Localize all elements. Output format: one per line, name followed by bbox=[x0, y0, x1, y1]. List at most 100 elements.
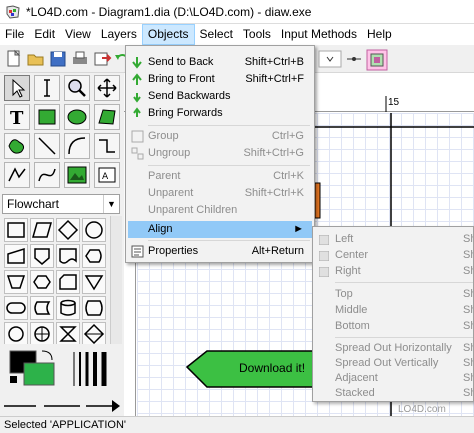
preparation-shape-icon[interactable] bbox=[30, 270, 54, 294]
background-color-swatch[interactable] bbox=[23, 362, 55, 386]
text-edit-tool-icon[interactable] bbox=[34, 75, 60, 101]
align-item-top[interactable]: Top Sh bbox=[315, 286, 473, 302]
image-tool-icon[interactable] bbox=[64, 162, 90, 188]
color-selector bbox=[0, 346, 122, 396]
submenu-separator bbox=[335, 282, 473, 283]
menu-file[interactable]: File bbox=[0, 24, 29, 45]
menu-tools[interactable]: Tools bbox=[238, 24, 276, 45]
menu-view[interactable]: View bbox=[60, 24, 96, 45]
line-width-icon[interactable] bbox=[73, 352, 107, 386]
stored-data-shape-icon[interactable] bbox=[30, 296, 54, 320]
dia-app-icon bbox=[6, 4, 20, 19]
tool-palette: T A bbox=[0, 73, 122, 190]
terminal-shape-icon[interactable] bbox=[4, 296, 28, 320]
menu-item-send-to-back[interactable]: Send to Back Shift+Ctrl+B bbox=[128, 54, 312, 71]
align-item-left[interactable]: Left Sh bbox=[315, 231, 473, 247]
menu-edit[interactable]: Edit bbox=[29, 24, 60, 45]
ellipse-tool-icon[interactable] bbox=[64, 104, 90, 130]
snap-to-grid-icon[interactable] bbox=[346, 49, 362, 69]
objects-menu: Send to Back Shift+Ctrl+B Bring to Front… bbox=[125, 45, 315, 263]
connector-shape-icon[interactable] bbox=[82, 218, 106, 242]
menu-item-align[interactable]: Align ► bbox=[128, 221, 312, 238]
watermark: LO4D.com bbox=[398, 404, 446, 415]
default-colors-icon bbox=[10, 376, 17, 383]
bezier-line-tool-icon[interactable] bbox=[34, 162, 60, 188]
open-file-icon[interactable] bbox=[26, 49, 46, 69]
menu-item-properties[interactable]: Properties Alt+Return bbox=[128, 243, 312, 260]
sort-shape-icon[interactable] bbox=[82, 322, 106, 344]
menu-item-ungroup[interactable]: Ungroup Shift+Ctrl+G bbox=[128, 145, 312, 162]
align-item-middle[interactable]: Middle Shi bbox=[315, 302, 473, 318]
align-item-stacked[interactable]: Stacked Sh bbox=[315, 385, 473, 401]
arc-tool-icon[interactable] bbox=[64, 133, 90, 159]
menu-item-send-backwards[interactable]: Send Backwards bbox=[128, 88, 312, 105]
direct-access-shape-icon[interactable] bbox=[82, 296, 106, 320]
collate-shape-icon[interactable] bbox=[56, 322, 80, 344]
zoom-tool-icon[interactable] bbox=[64, 75, 90, 101]
display-shape-icon[interactable] bbox=[82, 244, 106, 268]
menu-item-unparent[interactable]: Unparent Shift+Ctrl+K bbox=[128, 185, 312, 202]
polygon-tool-icon[interactable] bbox=[94, 104, 120, 130]
save-icon[interactable] bbox=[48, 49, 68, 69]
new-file-icon[interactable] bbox=[4, 49, 24, 69]
group-icon bbox=[131, 130, 144, 143]
polyline-tool-icon[interactable] bbox=[4, 162, 30, 188]
menu-item-group[interactable]: Group Ctrl+G bbox=[128, 128, 312, 145]
menu-item-unparent-children[interactable]: Unparent Children bbox=[128, 202, 312, 219]
bring-to-front-icon bbox=[131, 73, 144, 86]
align-item-center[interactable]: Center Sh bbox=[315, 247, 473, 263]
offpage-connector-shape-icon[interactable] bbox=[30, 244, 54, 268]
process-shape-icon[interactable] bbox=[4, 218, 28, 242]
menu-separator bbox=[148, 165, 310, 166]
sequential-data-shape-icon[interactable] bbox=[4, 322, 28, 344]
object-snapping-icon[interactable] bbox=[366, 49, 388, 71]
beziergon-tool-icon[interactable] bbox=[4, 133, 30, 159]
zoom-dropdown-icon[interactable] bbox=[318, 49, 342, 69]
magnetic-disk-shape-icon[interactable] bbox=[56, 296, 80, 320]
shape-palette-scrollbar[interactable] bbox=[110, 216, 122, 344]
align-item-spread-out-horizontally[interactable]: Spread Out Horizontally Sh bbox=[315, 340, 473, 356]
submenu-separator bbox=[335, 337, 473, 338]
line-style-selector bbox=[0, 396, 122, 416]
line-tool-icon[interactable] bbox=[34, 133, 60, 159]
sheet-selector-value: Flowchart bbox=[7, 197, 60, 211]
align-item-bottom[interactable]: Bottom Sh bbox=[315, 318, 473, 334]
svg-text:T: T bbox=[10, 108, 24, 129]
send-to-back-icon bbox=[131, 56, 144, 69]
window-title: *LO4D.com - Diagram1.dia (D:\LO4D.com) -… bbox=[26, 4, 312, 19]
manual-operation-shape-icon[interactable] bbox=[4, 270, 28, 294]
zigzag-line-tool-icon[interactable] bbox=[94, 133, 120, 159]
menu-item-bring-to-front[interactable]: Bring to Front Shift+Ctrl+F bbox=[128, 71, 312, 88]
merge-shape-icon[interactable] bbox=[82, 270, 106, 294]
menu-objects[interactable]: Objects bbox=[141, 24, 195, 45]
print-icon[interactable] bbox=[70, 49, 90, 69]
punched-card-shape-icon[interactable] bbox=[56, 270, 80, 294]
svg-text:A: A bbox=[102, 172, 109, 182]
data-shape-icon[interactable] bbox=[30, 218, 54, 242]
align-item-right[interactable]: Right Sh bbox=[315, 263, 473, 279]
submenu-arrow-icon: ► bbox=[293, 223, 304, 235]
pointer-tool-icon[interactable] bbox=[4, 75, 30, 101]
text-tool-icon[interactable]: T bbox=[4, 104, 30, 130]
sheet-selector-dropdown[interactable]: Flowchart ▼ bbox=[2, 194, 120, 214]
align-item-adjacent[interactable]: Adjacent Sh bbox=[315, 370, 473, 386]
or-shape-icon[interactable] bbox=[30, 322, 54, 344]
outline-tool-icon[interactable]: A bbox=[94, 162, 120, 188]
scroll-tool-icon[interactable] bbox=[94, 75, 120, 101]
menu-help[interactable]: Help bbox=[362, 24, 397, 45]
export-icon[interactable] bbox=[92, 49, 112, 69]
align-item-spread-out-vertically[interactable]: Spread Out Vertically Sh bbox=[315, 355, 473, 371]
menu-item-parent[interactable]: Parent Ctrl+K bbox=[128, 168, 312, 185]
box-tool-icon[interactable] bbox=[34, 104, 60, 130]
menu-layers[interactable]: Layers bbox=[96, 24, 142, 45]
menu-input-methods[interactable]: Input Methods bbox=[276, 24, 362, 45]
manual-input-shape-icon[interactable] bbox=[4, 244, 28, 268]
menu-item-bring-forwards[interactable]: Bring Forwards bbox=[128, 105, 312, 122]
properties-icon bbox=[131, 245, 144, 258]
menu-separator bbox=[148, 125, 310, 126]
title-bar: *LO4D.com - Diagram1.dia (D:\LO4D.com) -… bbox=[0, 0, 474, 24]
decision-shape-icon[interactable] bbox=[56, 218, 80, 242]
menu-select[interactable]: Select bbox=[195, 24, 238, 45]
document-shape-icon[interactable] bbox=[56, 244, 80, 268]
ruler-label: 15 bbox=[388, 97, 400, 108]
